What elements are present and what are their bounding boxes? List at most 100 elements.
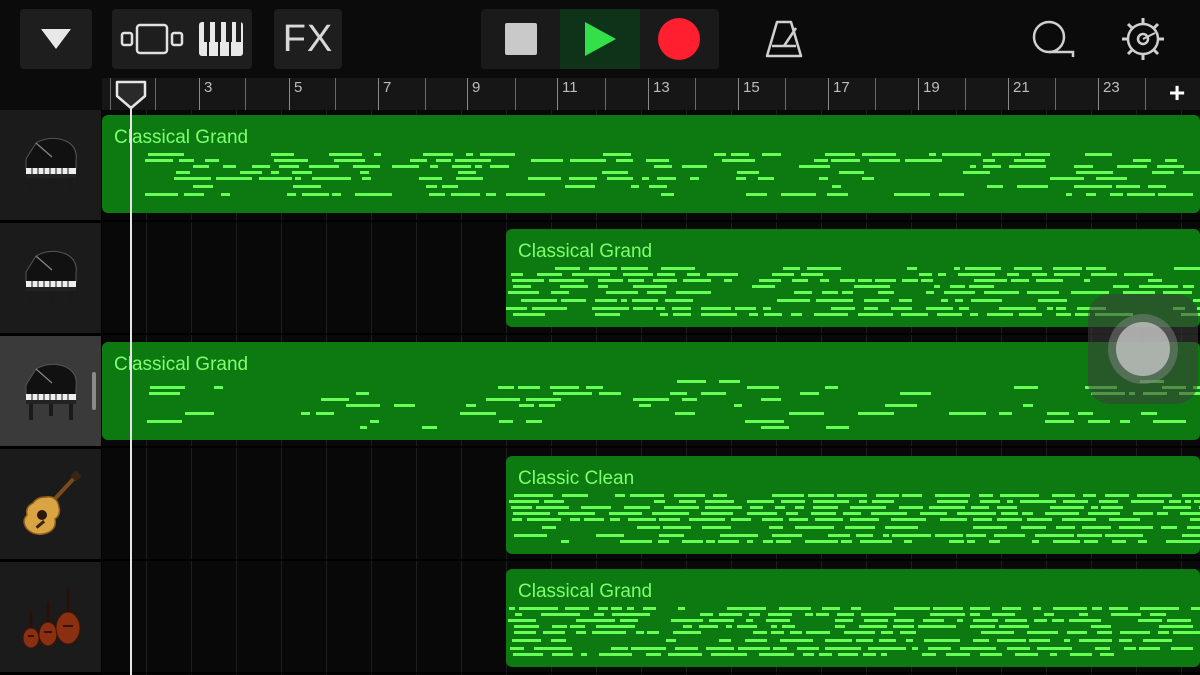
midi-note	[551, 291, 569, 294]
midi-note	[1083, 494, 1096, 497]
keyboard-button[interactable]	[198, 21, 244, 57]
midi-note	[1143, 639, 1172, 642]
midi-note	[637, 526, 660, 529]
track-lane-1: Classical Grand	[102, 110, 1200, 222]
metronome-button[interactable]	[762, 12, 806, 66]
midi-note	[565, 185, 595, 188]
midi-note	[1001, 512, 1018, 515]
tracks-view-button[interactable]	[120, 23, 184, 55]
midi-note	[658, 540, 669, 543]
add-section-button[interactable]: +	[1162, 78, 1192, 108]
midi-note	[858, 279, 872, 282]
midi-note	[682, 165, 707, 168]
midi-note	[647, 291, 666, 294]
browser-button[interactable]	[20, 9, 92, 69]
tracks-area[interactable]: Classical Grand Classical Grand Classica…	[102, 110, 1200, 675]
ruler-label: 19	[923, 79, 940, 96]
region-classical-grand-5[interactable]: Classical Grand	[506, 569, 1200, 667]
record-button[interactable]	[640, 9, 719, 69]
midi-note	[1148, 185, 1166, 188]
midi-note	[701, 392, 726, 395]
midi-note	[259, 177, 292, 180]
midi-note	[374, 153, 381, 156]
midi-note	[919, 273, 932, 276]
midi-note	[930, 613, 965, 616]
midi-note	[145, 159, 173, 162]
stop-button[interactable]	[481, 9, 560, 69]
midi-note	[659, 518, 680, 521]
midi-note	[541, 613, 580, 616]
midi-note	[460, 412, 496, 415]
midi-note	[805, 613, 813, 616]
midi-note	[596, 534, 624, 537]
midi-note	[1171, 647, 1193, 650]
track-header-4[interactable]	[0, 449, 101, 561]
midi-note	[722, 159, 755, 162]
midi-note	[794, 291, 812, 294]
region-name: Classic Clean	[518, 468, 635, 489]
midi-note	[822, 607, 840, 610]
midi-note	[643, 607, 656, 610]
midi-note	[719, 639, 731, 642]
track-lane-5: Classical Grand	[102, 562, 1200, 674]
midi-note	[1036, 279, 1063, 282]
midi-note	[1091, 506, 1098, 509]
midi-note	[1112, 540, 1126, 543]
midi-note	[394, 404, 415, 407]
midi-note	[973, 619, 998, 622]
midi-note	[1005, 619, 1027, 622]
midi-note	[630, 494, 664, 497]
playhead-handle[interactable]	[115, 80, 147, 110]
midi-note	[329, 153, 362, 156]
track-header-3[interactable]	[0, 336, 101, 448]
midi-note	[442, 185, 458, 188]
midi-note	[1124, 647, 1136, 650]
ruler-tick	[785, 78, 786, 110]
track-scroll-indicator	[92, 372, 96, 410]
midi-note	[682, 398, 697, 401]
track-header-1[interactable]	[0, 110, 101, 222]
region-classical-grand-1[interactable]: Classical Grand	[102, 115, 1200, 213]
midi-note	[764, 313, 782, 316]
midi-note	[820, 279, 829, 282]
track-header-5[interactable]	[0, 562, 101, 674]
midi-note	[598, 279, 623, 282]
midi-note	[781, 500, 805, 503]
loop-browser-button[interactable]	[1026, 12, 1076, 66]
track-header-2[interactable]	[0, 223, 101, 335]
midi-note	[570, 625, 585, 628]
midi-note	[620, 540, 652, 543]
midi-note	[1137, 494, 1172, 497]
midi-note	[312, 177, 351, 180]
midi-note	[1086, 267, 1106, 270]
midi-note	[1027, 291, 1059, 294]
midi-note	[179, 159, 194, 162]
midi-note	[864, 307, 878, 310]
midi-note	[1131, 500, 1164, 503]
play-button[interactable]	[560, 9, 640, 69]
midi-note	[714, 153, 726, 156]
midi-note	[699, 625, 718, 628]
midi-note	[854, 285, 890, 288]
midi-note	[176, 171, 190, 174]
midi-note	[595, 299, 617, 302]
fx-button[interactable]: FX	[274, 9, 342, 69]
midi-note	[513, 285, 531, 288]
midi-note	[969, 285, 994, 288]
midi-note	[665, 299, 693, 302]
midi-note	[864, 299, 889, 302]
bar-ruler[interactable]: 3 5 7 9 11 13 15 17 19 21 23	[102, 78, 1200, 110]
midi-note	[1053, 540, 1080, 543]
assistive-touch-button[interactable]	[1088, 294, 1198, 404]
midi-note	[646, 653, 661, 656]
midi-note	[970, 313, 978, 316]
midi-note	[596, 625, 635, 628]
ruler-label: 21	[1013, 79, 1030, 96]
midi-note	[758, 177, 774, 180]
settings-button[interactable]	[1118, 12, 1168, 66]
midi-note	[1133, 159, 1151, 162]
midi-note	[514, 534, 547, 537]
region-classic-clean[interactable]: Classic Clean	[506, 456, 1200, 554]
midi-note	[509, 500, 539, 503]
region-classical-grand-3[interactable]: Classical Grand	[102, 342, 1200, 440]
